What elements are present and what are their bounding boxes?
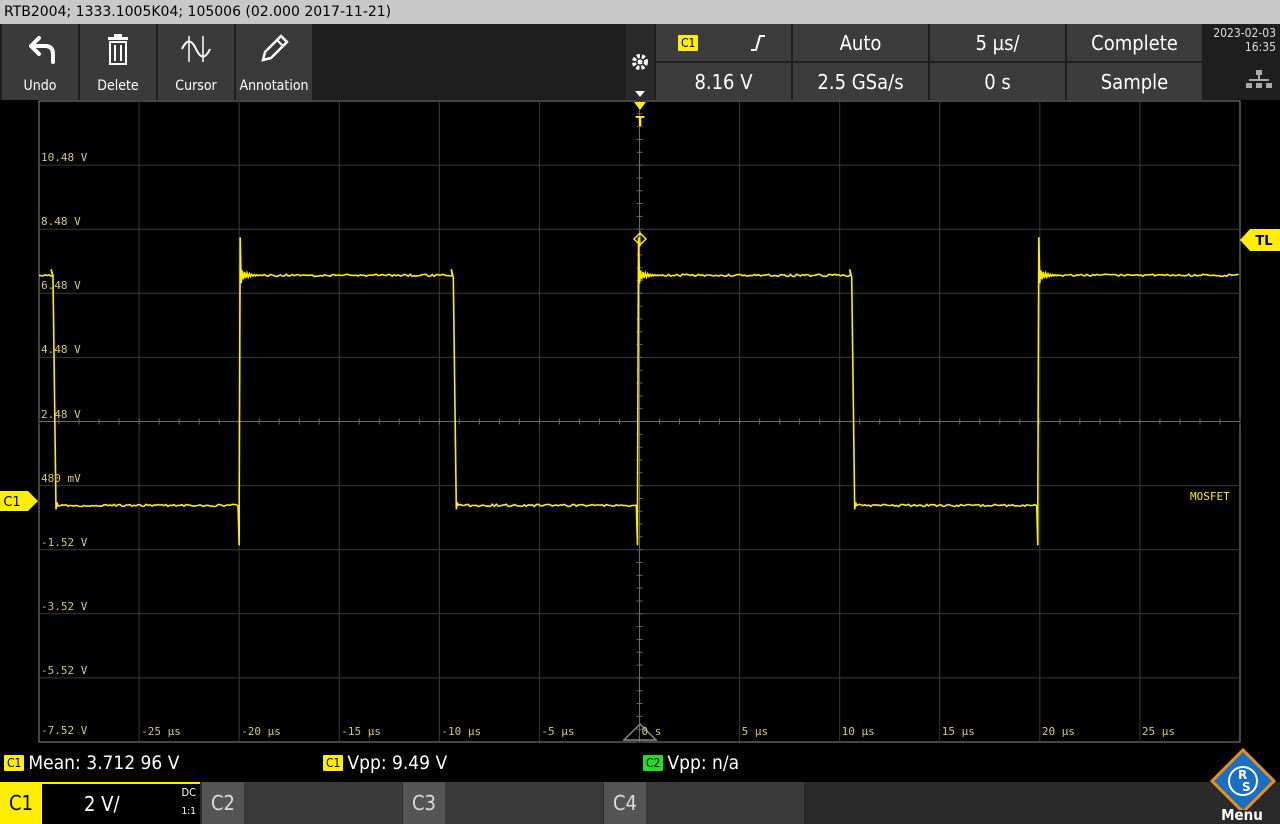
trigger-source[interactable]: C1: [656, 24, 791, 61]
undo-label: Undo: [2, 78, 78, 94]
channel-c3[interactable]: C3: [403, 782, 603, 824]
timebase[interactable]: 5 µs/: [930, 24, 1065, 61]
waveform-trace: [39, 237, 1239, 545]
channel-c1[interactable]: C1 2 V/ DC 1:1: [0, 782, 200, 824]
time: 16:35: [1204, 40, 1276, 54]
time-axis-label: -15 µs: [341, 725, 381, 738]
annotation-button[interactable]: Annotation: [236, 24, 312, 100]
meas-text: Vpp: 9.49 V: [347, 752, 447, 774]
trace-label: MOSFET: [1190, 490, 1230, 503]
acquisition-status[interactable]: Complete: [1067, 24, 1202, 61]
trigger-position-marker[interactable]: T: [634, 102, 646, 130]
volt-axis-label: 10.48 V: [41, 151, 87, 164]
volt-axis-label: 8.48 V: [41, 215, 81, 228]
network-icon: [1246, 70, 1272, 90]
trigger-level-value[interactable]: 8.16 V: [656, 63, 791, 100]
time-axis-label: 25 µs: [1142, 725, 1175, 738]
cursor-wave-icon: [179, 32, 213, 66]
horizontal-position[interactable]: 0 s: [930, 63, 1065, 100]
time-axis-label: -10 µs: [441, 725, 481, 738]
channel-offset-marker[interactable]: C1: [0, 491, 38, 511]
time-axis-label: 15 µs: [942, 725, 975, 738]
channel-coupling: DC: [181, 786, 196, 799]
volt-axis-label: 4.48 V: [41, 343, 81, 356]
time-axis-label: 0 s: [642, 725, 662, 738]
delete-button[interactable]: Delete: [80, 24, 156, 100]
cursor-button[interactable]: Cursor: [158, 24, 234, 100]
time-axis-label: 20 µs: [1042, 725, 1075, 738]
delete-label: Delete: [80, 78, 156, 94]
channel-scale: 2 V/: [84, 792, 120, 816]
channel-name: C3: [403, 782, 445, 824]
channel-c2[interactable]: C2: [202, 782, 402, 824]
time-axis-label: 5 µs: [742, 725, 769, 738]
trigger-level-label: TL: [1255, 234, 1272, 249]
meas-badge: C2: [643, 755, 663, 771]
datetime: 2023-02-03 16:35: [1204, 24, 1280, 100]
settings-button[interactable]: [626, 24, 654, 100]
trash-icon: [101, 32, 135, 66]
trigger-mode[interactable]: Auto: [793, 24, 928, 61]
window-title: RTB2004; 1333.1005K04; 105006 (02.000 20…: [0, 0, 1280, 24]
date: 2023-02-03: [1204, 26, 1276, 40]
trigger-level-marker[interactable]: TL: [1240, 229, 1280, 251]
trigger-point-icon: [634, 231, 646, 247]
annotation-label: Annotation: [236, 78, 312, 94]
time-axis-label: -5 µs: [541, 725, 574, 738]
menu-label: Menu: [1204, 806, 1280, 824]
meas-badge: C1: [323, 755, 343, 771]
channel-name: C1: [0, 782, 42, 824]
svg-text:S: S: [1242, 780, 1251, 794]
channel-name: C2: [202, 782, 244, 824]
trigger-marker-label: T: [636, 115, 645, 130]
channel-c4[interactable]: C4: [604, 782, 804, 824]
volt-axis-label: -3.52 V: [41, 600, 87, 613]
measurement-vpp-c2[interactable]: C2 Vpp: n/a: [643, 746, 739, 780]
sample-rate[interactable]: 2.5 GSa/s: [793, 63, 928, 100]
channel-badge: C1: [678, 35, 698, 51]
cursor-label: Cursor: [158, 78, 234, 94]
measurement-bar: C1 Mean: 3.712 96 V C1 Vpp: 9.49 V C2 Vp…: [0, 746, 1280, 780]
volt-axis-label: 2.48 V: [41, 408, 81, 421]
channel-name: C4: [604, 782, 646, 824]
gear-icon: [629, 51, 651, 73]
undo-button[interactable]: Undo: [2, 24, 78, 100]
acquisition-mode[interactable]: Sample: [1067, 63, 1202, 100]
channel-marker-label: C1: [3, 495, 20, 510]
meas-text: Mean: 3.712 96 V: [28, 752, 179, 774]
channel-bar: C1 2 V/ DC 1:1 C2 C3 C4: [0, 782, 1280, 824]
chevron-down-icon: [635, 91, 645, 97]
pencil-icon: [257, 32, 291, 66]
rs-logo-icon: R S: [1208, 748, 1278, 810]
waveform-display[interactable]: T: [0, 100, 1280, 746]
channel-probe: 1:1: [182, 806, 196, 817]
rising-edge-icon: [750, 34, 766, 52]
measurement-mean[interactable]: C1 Mean: 3.712 96 V: [4, 746, 179, 780]
volt-axis-label: 6.48 V: [41, 279, 81, 292]
volt-axis-label: 480 mV: [41, 472, 81, 485]
time-axis-label: -25 µs: [141, 725, 181, 738]
volt-axis-label: -7.52 V: [41, 724, 87, 737]
time-axis-label: 10 µs: [842, 725, 875, 738]
measurement-vpp-c1[interactable]: C1 Vpp: 9.49 V: [323, 746, 447, 780]
undo-icon: [23, 32, 57, 66]
time-axis-label: -20 µs: [241, 725, 281, 738]
menu-button[interactable]: R S Menu: [1204, 746, 1280, 824]
volt-axis-label: -5.52 V: [41, 664, 87, 677]
volt-axis-label: -1.52 V: [41, 536, 87, 549]
meas-text: Vpp: n/a: [667, 752, 739, 774]
meas-badge: C1: [4, 755, 24, 771]
